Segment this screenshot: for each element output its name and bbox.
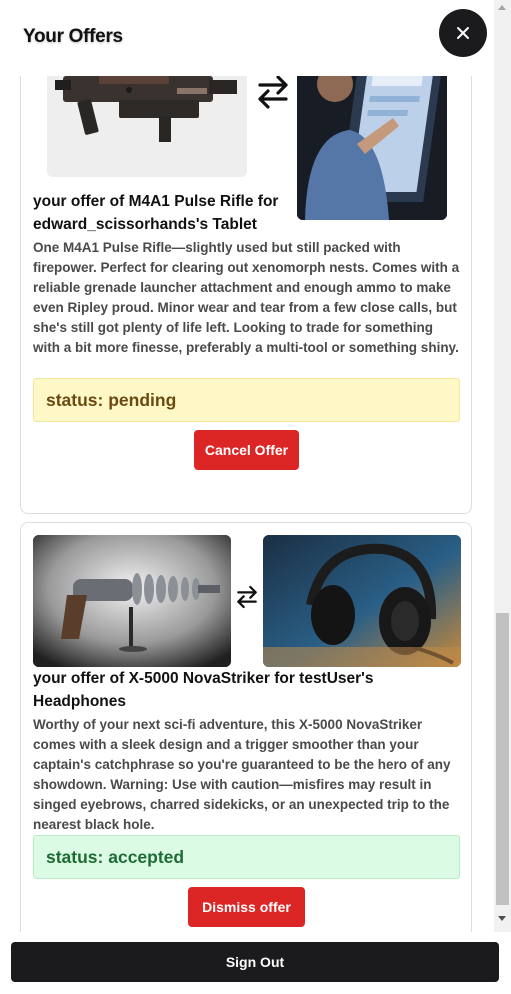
scroll-up-arrow-icon[interactable] — [498, 5, 506, 10]
cancel-offer-button[interactable]: Cancel Offer — [194, 430, 299, 470]
modal-header: Your Offers — [0, 0, 494, 76]
requested-item-image — [263, 535, 461, 667]
raygun-photo — [33, 535, 231, 667]
offer-title: your offer of X-5000 NovaStriker for tes… — [33, 670, 374, 710]
status-badge: status: accepted — [33, 835, 460, 879]
swap-arrows-icon — [231, 579, 263, 615]
offer-description: Worthy of your next sci-fi adventure, th… — [33, 717, 451, 832]
sign-out-button[interactable]: Sign Out — [11, 942, 499, 982]
offered-item-image — [33, 535, 231, 667]
headphones-photo — [263, 535, 461, 667]
offered-item-image — [47, 76, 247, 177]
close-button[interactable] — [439, 9, 487, 57]
offers-list[interactable]: your offer of M4A1 Pulse Rifle for edwar… — [0, 76, 494, 932]
status-badge: status: pending — [33, 378, 460, 422]
page-title: Your Offers — [23, 26, 123, 47]
offer-title: your offer of M4A1 Pulse Rifle for edwar… — [33, 193, 279, 233]
scrollbar-thumb[interactable] — [496, 613, 509, 905]
footer: Sign Out — [0, 932, 511, 994]
offer-card: your offer of M4A1 Pulse Rifle for edwar… — [20, 76, 472, 514]
dismiss-offer-button[interactable]: Dismiss offer — [188, 887, 305, 927]
pulse-rifle-photo — [47, 76, 247, 177]
scrollbar[interactable] — [494, 0, 511, 932]
offer-card: your offer of X-5000 NovaStriker for tes… — [20, 522, 472, 932]
offer-description: One M4A1 Pulse Rifle—slightly used but s… — [33, 240, 460, 355]
scroll-down-arrow-icon[interactable] — [498, 916, 506, 921]
close-icon — [457, 27, 469, 39]
offers-modal: your offer of M4A1 Pulse Rifle for edwar… — [0, 0, 511, 994]
swap-arrows-icon — [249, 76, 297, 114]
